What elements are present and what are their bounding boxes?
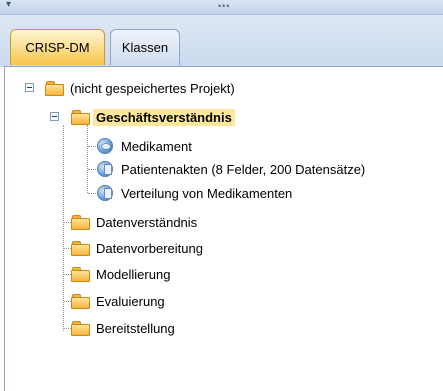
folder-icon [71,241,90,256]
title-strip: ▾ ••• [0,0,443,15]
tab-label: CRISP-DM [25,40,90,55]
folder-icon [45,81,64,96]
tree-item-bereitstellung[interactable]: Bereitstellung [71,316,178,340]
tree-item-evaluierung[interactable]: Evaluierung [71,289,168,313]
grip-icon[interactable]: ••• [218,1,230,11]
tab-crisp-dm[interactable]: CRISP-DM [10,29,105,65]
project-tree: (nicht gespeichertes Projekt) Geschäftsv… [5,67,443,391]
dropdown-arrow-icon[interactable]: ▾ [6,0,11,10]
tree-item-geschaeftsverstaendnis[interactable]: Geschäftsverständnis [71,105,235,129]
tree-line [64,248,71,249]
folder-icon [71,110,90,125]
tab-bar: CRISP-DM Klassen [0,15,443,67]
project-panel: (nicht gespeichertes Projekt) Geschäftsv… [4,66,443,391]
tab-klassen[interactable]: Klassen [110,29,180,65]
tree-item-label: Patientenakten (8 Felder, 200 Datensätze… [121,161,366,177]
tree-line [64,222,71,223]
tree-item-label: Bereitstellung [96,320,175,336]
tree-line [64,328,71,329]
collapse-icon[interactable] [25,83,34,92]
tree-line [88,169,96,170]
folder-icon [71,321,90,336]
tree-item-label: Geschäftsverständnis [93,108,235,126]
tree-item-label: Modellierung [96,266,171,282]
folder-icon [71,267,90,282]
tree-root-label: (nicht gespeichertes Projekt) [70,80,235,96]
tree-line [64,274,71,275]
tree-item-label: Evaluierung [96,293,165,309]
tree-item-label: Verteilung von Medikamenten [121,185,293,201]
tree-item-verteilung[interactable]: Verteilung von Medikamenten [97,181,295,205]
tree-root[interactable]: (nicht gespeichertes Projekt) [45,76,238,100]
tree-item-modellierung[interactable]: Modellierung [71,262,173,286]
data-source-icon [97,138,113,154]
tree-item-medikament[interactable]: Medikament [97,134,195,158]
tree-item-label: Medikament [121,138,192,154]
tree-item-label: Datenverständnis [96,214,198,230]
tree-line [87,125,88,193]
folder-icon [71,215,90,230]
tree-item-patientenakten[interactable]: Patientenakten (8 Felder, 200 Datensätze… [97,157,368,181]
tree-item-label: Datenvorbereitung [96,240,203,256]
tree-line [88,193,96,194]
tree-item-datenvorbereitung[interactable]: Datenvorbereitung [71,236,206,260]
tree-line [88,146,96,147]
data-source-icon [97,185,113,201]
tree-line [64,301,71,302]
data-source-icon [97,161,113,177]
tab-label: Klassen [121,40,169,55]
folder-icon [71,294,90,309]
tree-item-datenverstaendnis[interactable]: Datenverständnis [71,210,200,234]
collapse-icon[interactable] [50,112,59,121]
